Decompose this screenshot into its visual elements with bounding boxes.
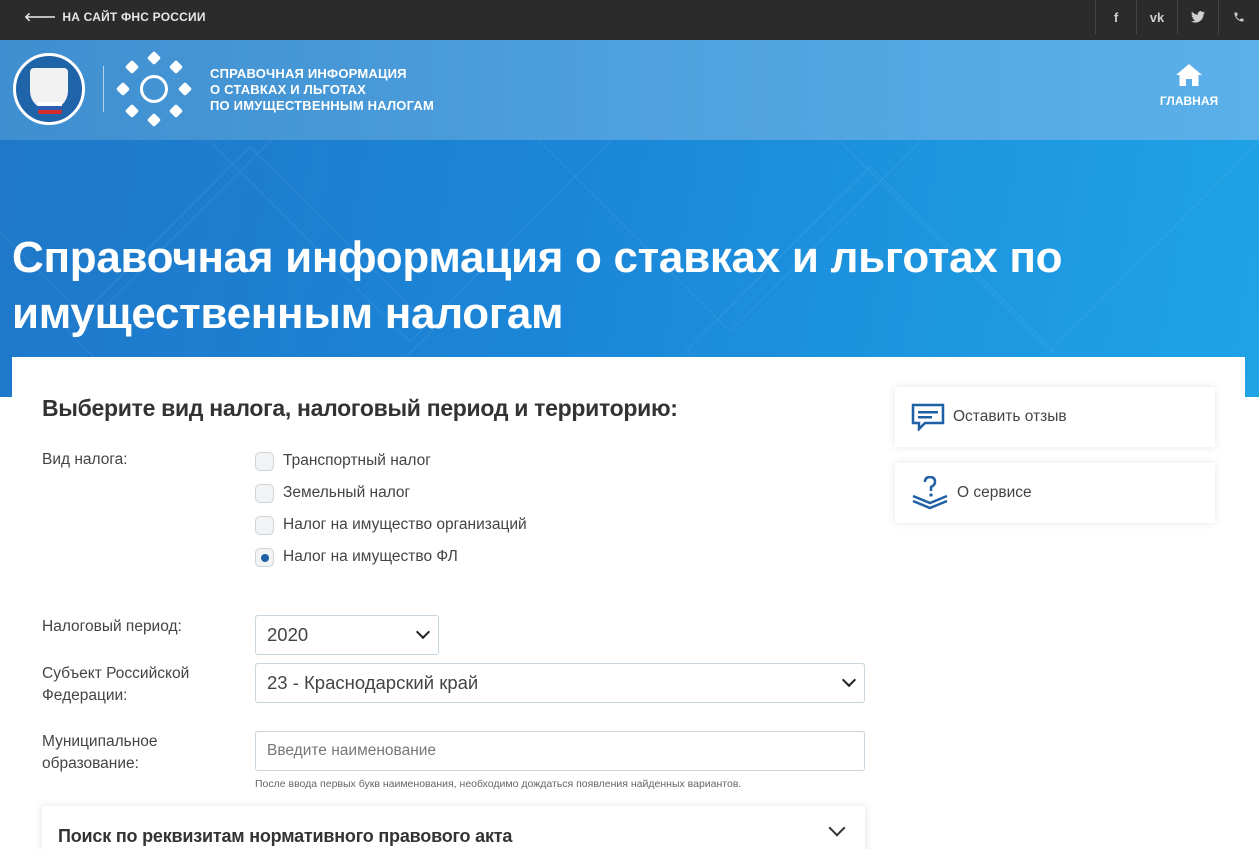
accordion-title: Поиск по реквизитам нормативного правово…: [58, 826, 513, 846]
tax-type-option-org-property[interactable]: Налог на имущество организаций: [255, 514, 527, 536]
checkbox-checked[interactable]: [255, 547, 274, 567]
period-label: Налоговый период:: [42, 618, 182, 635]
region-label: Субъект Российской Федерации:: [42, 665, 190, 704]
municipality-label: Муниципальное образование:: [42, 733, 158, 772]
section-title: Выберите вид налога, налоговый период и …: [42, 395, 678, 421]
municipality-input[interactable]: Введите наименование: [255, 731, 865, 771]
top-bar: 🡐 НА САЙТ ФНС РОССИИ f vk: [0, 0, 1259, 40]
question-stack-icon: [912, 476, 948, 510]
social-links: f vk: [1095, 0, 1259, 34]
chevron-down-icon: [841, 672, 857, 688]
search-by-act-accordion[interactable]: Поиск по реквизитам нормативного правово…: [42, 806, 865, 849]
home-link-label: ГЛАВНАЯ: [1159, 94, 1219, 108]
header-title: СПРАВОЧНАЯ ИНФОРМАЦИЯ О СТАВКАХ И ЛЬГОТА…: [210, 66, 434, 113]
about-service-button[interactable]: О сервисе: [895, 463, 1215, 523]
back-link-label: НА САЙТ ФНС РОССИИ: [62, 10, 206, 24]
site-header: СПРАВОЧНАЯ ИНФОРМАЦИЯ О СТАВКАХ И ЛЬГОТА…: [0, 40, 1259, 140]
checkbox[interactable]: [255, 515, 274, 535]
checkbox[interactable]: [255, 451, 274, 471]
chat-feedback-icon: [911, 403, 945, 431]
fns-logo[interactable]: [13, 53, 85, 125]
arrow-left-icon: 🡐: [24, 10, 57, 24]
page-title: Справочная информация о ставках и льгота…: [12, 233, 1063, 338]
checkbox[interactable]: [255, 483, 274, 503]
header-divider: [103, 66, 104, 112]
service-emblem-icon: [115, 50, 193, 128]
chevron-down-icon: [415, 624, 431, 640]
tax-type-label: Вид налога:: [42, 451, 128, 468]
tax-type-option-transport[interactable]: Транспортный налог: [255, 450, 431, 472]
region-select[interactable]: 23 - Краснодарский край: [255, 663, 865, 703]
home-link[interactable]: ГЛАВНАЯ: [1150, 64, 1228, 108]
home-icon: [1176, 64, 1202, 86]
period-select[interactable]: 2020: [255, 615, 439, 655]
twitter-icon[interactable]: [1177, 0, 1218, 34]
main-card: Выберите вид налога, налоговый период и …: [12, 357, 1245, 849]
facebook-icon[interactable]: f: [1095, 0, 1136, 34]
back-to-fns-link[interactable]: 🡐 НА САЙТ ФНС РОССИИ: [24, 0, 206, 34]
feedback-button[interactable]: Оставить отзыв: [895, 387, 1215, 447]
municipality-hint: После ввода первых букв наименования, не…: [255, 778, 742, 790]
vk-icon[interactable]: vk: [1136, 0, 1177, 34]
tax-type-option-personal-property[interactable]: Налог на имущество ФЛ: [255, 546, 458, 568]
tax-type-option-land[interactable]: Земельный налог: [255, 482, 410, 504]
chevron-down-icon: [828, 819, 846, 837]
phone-icon[interactable]: [1218, 0, 1259, 34]
